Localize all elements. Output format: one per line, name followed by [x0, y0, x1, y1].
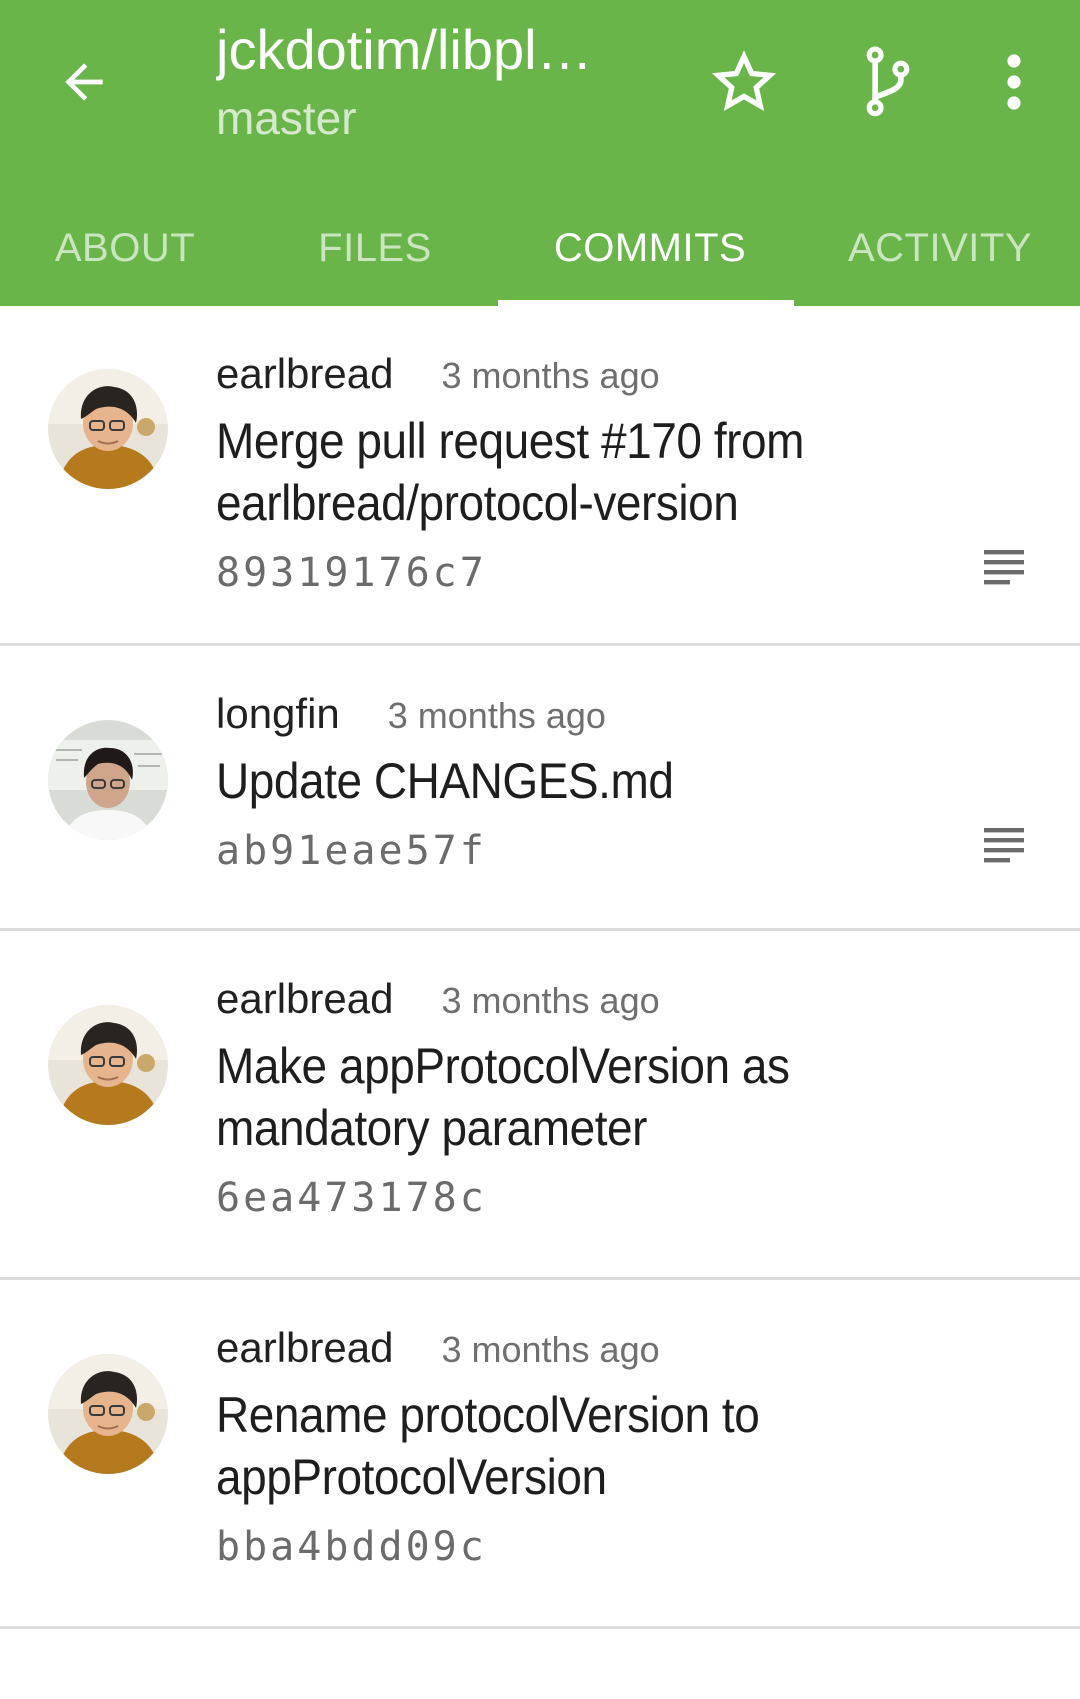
arrow-left-icon — [65, 63, 103, 101]
commit-message: Update CHANGES.md — [216, 753, 674, 809]
commit-message: Merge pull request #170 from earlbread/p… — [216, 413, 804, 531]
commit-sha: 6ea473178c — [216, 1175, 487, 1221]
commit-message: Make appProtocolVersion as mandatory par… — [216, 1038, 790, 1156]
avatar[interactable] — [48, 369, 168, 489]
app-bar: jckdotim/libpl… master ABOUT FILES COMMI… — [0, 0, 1080, 306]
commit-row[interactable]: earlbread 3 months ago Make appProtocolV… — [0, 931, 1080, 1280]
commit-meta: earlbread 3 months ago — [216, 975, 660, 1023]
branch-button[interactable] — [850, 44, 926, 120]
commit-author: earlbread — [216, 1324, 394, 1371]
branch-name: master — [216, 92, 357, 144]
tab-commits[interactable]: COMMITS — [500, 190, 800, 306]
commit-time: 3 months ago — [441, 980, 660, 1021]
repo-title: jckdotim/libpl… — [216, 18, 593, 81]
more-options-button[interactable] — [976, 44, 1052, 120]
commit-meta: longfin 3 months ago — [216, 690, 606, 738]
avatar[interactable] — [48, 720, 168, 840]
commit-sha: 89319176c7 — [216, 550, 487, 596]
commit-author: earlbread — [216, 975, 394, 1022]
commit-time: 3 months ago — [441, 1329, 660, 1370]
commit-meta: earlbread 3 months ago — [216, 1324, 660, 1372]
commit-list: earlbread 3 months ago Merge pull reques… — [0, 306, 1080, 1699]
commit-author: earlbread — [216, 350, 394, 397]
commit-row[interactable]: earlbread 3 months ago Rename protocolVe… — [0, 1280, 1080, 1629]
commit-row[interactable]: longfin 3 months ago Update CHANGES.md a… — [0, 646, 1080, 931]
description-icon — [984, 828, 1024, 863]
avatar[interactable] — [48, 1005, 168, 1125]
commit-time: 3 months ago — [387, 695, 606, 736]
commit-time: 3 months ago — [441, 355, 660, 396]
avatar[interactable] — [48, 1354, 168, 1474]
tab-activity[interactable]: ACTIVITY — [800, 190, 1080, 306]
tab-bar: ABOUT FILES COMMITS ACTIVITY — [0, 190, 1080, 306]
description-icon — [984, 550, 1024, 585]
back-button[interactable] — [52, 50, 116, 114]
commit-row[interactable]: earlbread 3 months ago Merge pull reques… — [0, 306, 1080, 646]
commit-meta: earlbread 3 months ago — [216, 350, 660, 398]
branch-icon — [866, 46, 910, 117]
title-block: jckdotim/libpl… master — [216, 14, 656, 150]
commit-message: Rename protocolVersion to appProtocolVer… — [216, 1387, 760, 1505]
commit-row[interactable] — [0, 1629, 1080, 1699]
more-vertical-icon — [1007, 54, 1021, 110]
tab-files[interactable]: FILES — [250, 190, 500, 306]
commit-sha: ab91eae57f — [216, 828, 487, 874]
commit-sha: bba4bdd09c — [216, 1524, 487, 1570]
star-button[interactable] — [706, 44, 782, 120]
tab-about[interactable]: ABOUT — [0, 190, 250, 306]
commit-author: longfin — [216, 690, 340, 737]
star-outline-icon — [712, 50, 776, 112]
